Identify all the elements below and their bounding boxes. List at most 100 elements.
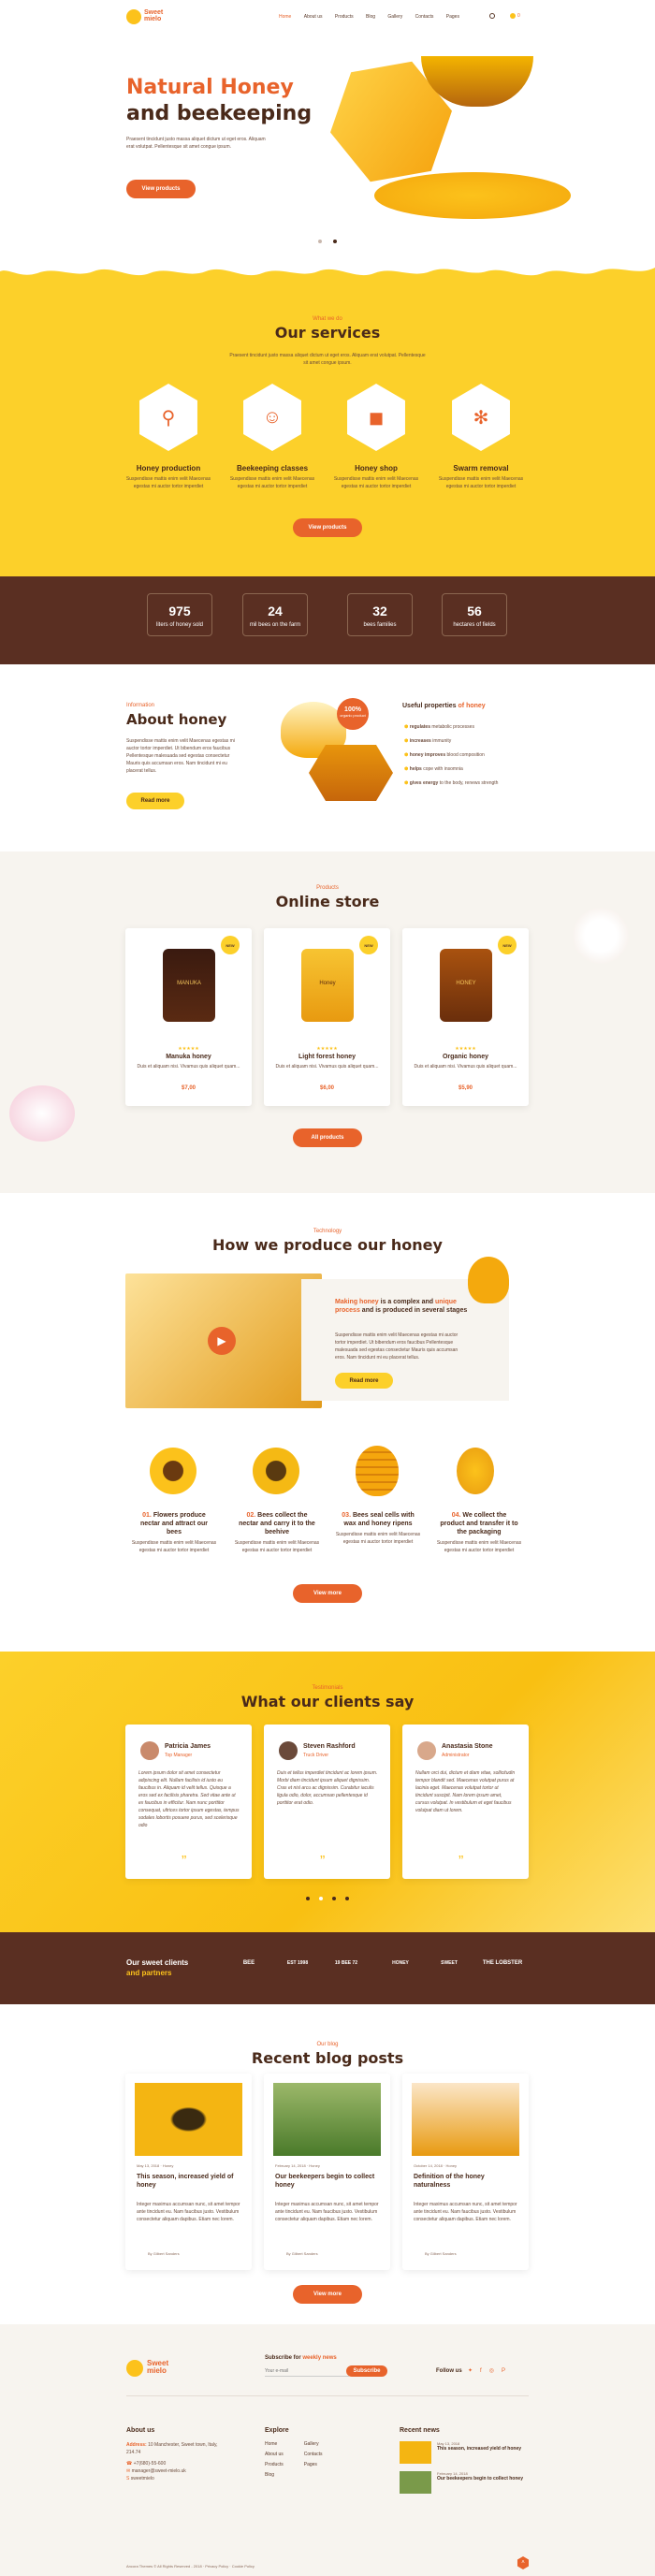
new-badge: NEW — [359, 936, 378, 954]
play-button-icon[interactable]: ▶ — [208, 1327, 236, 1355]
brand-name[interactable]: Sweet mielo — [144, 9, 163, 22]
slider-dot-2[interactable] — [333, 240, 337, 243]
blog-post-title[interactable]: This season, increased yield of honey — [137, 2173, 241, 2190]
instagram-icon[interactable]: ◎ — [489, 2368, 502, 2374]
search-icon[interactable] — [489, 13, 495, 19]
nav-blog[interactable]: Blog — [366, 14, 375, 20]
about-read-more-button[interactable]: Read more — [126, 793, 184, 809]
product-card-2[interactable]: NEW Honey ★★★★★ Light forest honey Duis … — [264, 928, 390, 1106]
partner-logo-4[interactable]: HONEY — [382, 1960, 419, 1966]
footer-link-pages[interactable]: Pages — [304, 2462, 323, 2467]
blog-view-more-button[interactable]: View more — [293, 2285, 362, 2304]
partner-logo-3[interactable]: 19 BEE 72 — [328, 1960, 365, 1966]
nav-contacts[interactable]: Contacts — [415, 14, 434, 20]
blog-image — [135, 2083, 242, 2156]
news-item[interactable]: May 13, 2018 This season, increased yield… — [400, 2441, 531, 2464]
property-item: ⬢ regulates metabolic processes — [404, 724, 474, 730]
testimonial-dot-2[interactable] — [319, 1897, 323, 1900]
footer-link-contacts[interactable]: Contacts — [304, 2452, 323, 2457]
logo-icon[interactable] — [126, 9, 141, 24]
footer-about-col: About us Address: 10 Manchester, Sweet t… — [126, 2427, 229, 2482]
news-item[interactable]: February 14, 2018 Our beekeepers begin to… — [400, 2471, 531, 2494]
skype[interactable]: S sweetmielo — [126, 2475, 229, 2482]
product-name[interactable]: Organic honey — [402, 1054, 529, 1060]
subscribe-button[interactable]: Subscribe — [346, 2365, 387, 2377]
testimonial-dot-3[interactable] — [332, 1897, 336, 1900]
services-intro: Praesent tincidunt justo massa aliquet d… — [229, 353, 426, 366]
produce-view-more-button[interactable]: View more — [293, 1584, 362, 1603]
subscribe-title: Subscribe for weekly news — [265, 2355, 337, 2361]
rating-stars: ★★★★★ — [316, 1046, 338, 1052]
honey-dipper-icon: ⚲ — [161, 407, 176, 429]
subscribe-email-input[interactable] — [265, 2365, 349, 2377]
stat-2: 24 mil bees on the farm — [242, 593, 308, 636]
blog-meta: May 13, 2018 · Honey — [137, 2163, 174, 2168]
partner-logo-2[interactable]: EST 1998 — [279, 1960, 316, 1966]
nav-pages[interactable]: Pages — [446, 14, 459, 20]
cart-icon[interactable] — [510, 13, 516, 19]
blog-image — [412, 2083, 519, 2156]
partner-logo-1[interactable]: BEE — [230, 1960, 268, 1966]
footer-link-home[interactable]: Home — [265, 2441, 284, 2447]
blog-card-3[interactable]: October 14, 2018 · Honey Definition of t… — [402, 2074, 529, 2270]
step-4: 04. We collect the product and transfer i… — [436, 1512, 522, 1553]
stat-4: 56 hectares of fields — [442, 593, 507, 636]
quote-icon: ” — [320, 1854, 326, 1870]
blog-post-title[interactable]: Definition of the honey naturalness — [414, 2173, 518, 2190]
facebook-icon[interactable]: f — [480, 2368, 489, 2374]
product-image: HONEY — [440, 949, 492, 1022]
slider-dot-1[interactable] — [318, 240, 322, 243]
services-view-products-button[interactable]: View products — [293, 518, 362, 537]
nav-gallery[interactable]: Gallery — [387, 14, 402, 20]
product-price: $6,00 — [319, 1085, 334, 1091]
service-item-3: Honey shop Suspendisse mattis enim velit… — [333, 464, 419, 489]
all-products-button[interactable]: All products — [293, 1128, 362, 1147]
footer-link-blog[interactable]: Blog — [265, 2472, 284, 2478]
honeycomb-stack-image — [309, 745, 393, 801]
step-3: 03. Bees seal cells with wax and honey ri… — [335, 1512, 421, 1545]
blog-meta: October 14, 2018 · Honey — [414, 2163, 458, 2168]
rating-stars: ★★★★★ — [178, 1046, 199, 1052]
beekeeper-icon: ☺ — [262, 406, 283, 428]
blog-card-2[interactable]: February 14, 2018 · Honey Our beekeepers… — [264, 2074, 390, 2270]
blog-post-title[interactable]: Our beekeepers begin to collect honey — [275, 2173, 380, 2190]
mail-icon: ✉ — [126, 2468, 131, 2474]
testimonial-dot-1[interactable] — [306, 1897, 310, 1900]
pinterest-icon[interactable]: P — [502, 2368, 513, 2374]
testimonial-dot-4[interactable] — [345, 1897, 349, 1900]
testimonial-text: Lorem ipsum dolor sit amet consectetur a… — [138, 1770, 240, 1828]
footer-link-products[interactable]: Products — [265, 2462, 284, 2467]
footer-explore-col: Explore Home About us Products Blog Gall… — [265, 2427, 323, 2478]
avatar — [417, 1741, 436, 1760]
testimonial-text: Nullam orci dui, dictum et diam vitae, s… — [415, 1770, 516, 1813]
follow-label: Follow us — [436, 2368, 462, 2374]
brand-line1: Sweet — [144, 9, 164, 16]
nav-home[interactable]: Home — [279, 14, 291, 20]
bee-swarm-icon: ✻ — [473, 407, 489, 429]
scroll-top-button[interactable]: ˄ — [517, 2556, 530, 2569]
blog-post-excerpt: Integer maximus accumsan nunc, sit amet … — [137, 2202, 240, 2222]
product-card-3[interactable]: NEW HONEY ★★★★★ Organic honey Duis et al… — [402, 928, 529, 1106]
footer-logo-icon — [126, 2360, 143, 2377]
footer-link-about[interactable]: About us — [265, 2452, 284, 2457]
nav-about[interactable]: About us — [304, 14, 323, 20]
product-name[interactable]: Manuka honey — [125, 1054, 252, 1060]
avatar — [279, 1741, 298, 1760]
email[interactable]: ✉ manager@sweet-mielo.uk — [126, 2467, 229, 2475]
blog-card-1[interactable]: May 13, 2018 · Honey This season, increa… — [125, 2074, 252, 2270]
property-item: ⬢ honey improves blood composition — [404, 752, 485, 758]
partners-title: Our sweet clients and partners — [126, 1958, 189, 1977]
footer-link-gallery[interactable]: Gallery — [304, 2441, 323, 2447]
blog-section: Our blog Recent blog posts May 13, 2018 … — [0, 2004, 655, 2324]
twitter-icon[interactable]: ✦ — [468, 2368, 480, 2374]
phone[interactable]: ☎ +7(680)-55-600 — [126, 2460, 229, 2467]
stat-3: 32 bees families — [347, 593, 413, 636]
partner-logo-5[interactable]: SWEET — [430, 1960, 468, 1966]
nav-products[interactable]: Products — [335, 14, 354, 20]
product-name[interactable]: Light forest honey — [264, 1054, 390, 1060]
product-card-1[interactable]: NEW MANUKA ★★★★★ Manuka honey Duis et al… — [125, 928, 252, 1106]
product-price: $5,90 — [458, 1085, 473, 1091]
hero-view-products-button[interactable]: View products — [126, 180, 196, 198]
partner-logo-6[interactable]: THE LOBSTER — [479, 1960, 526, 1966]
produce-read-more-button[interactable]: Read more — [335, 1373, 393, 1389]
